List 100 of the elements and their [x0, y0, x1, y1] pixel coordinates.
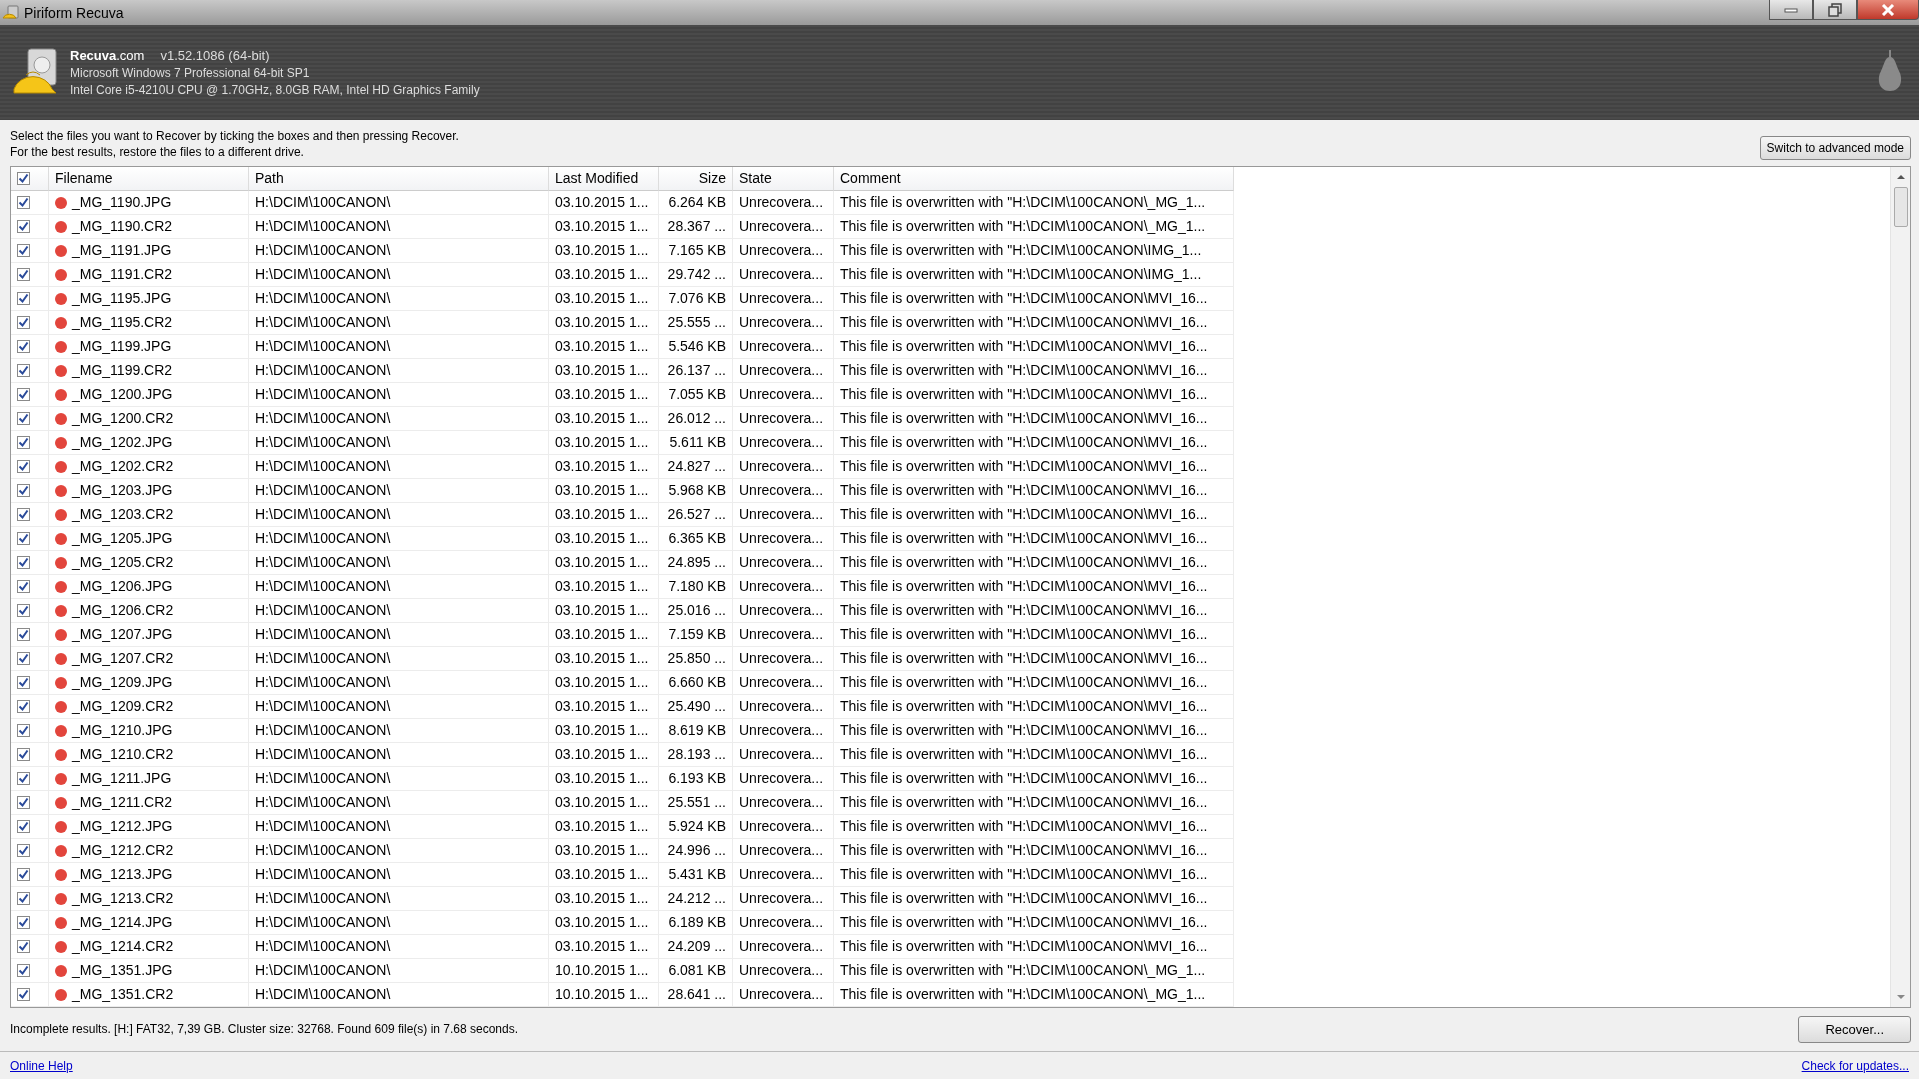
table-cell-text: This file is overwritten with "H:\DCIM\100CANON\MVI_16... [840, 841, 1208, 860]
checkbox[interactable] [17, 220, 30, 233]
table-cell-text: 03.10.2015 1... [555, 289, 649, 308]
checkbox[interactable] [17, 340, 30, 353]
table-cell-text: _MG_1206.JPG [72, 577, 173, 596]
table-cell-text: Unrecovera... [739, 817, 824, 836]
table-cell-text: This file is overwritten with "H:\DCIM\100CANON\MVI_16... [840, 793, 1208, 812]
checkbox[interactable] [17, 868, 30, 881]
checkbox[interactable] [17, 364, 30, 377]
table-cell-text: H:\DCIM\100CANON\ [255, 841, 391, 860]
checkbox[interactable] [17, 460, 30, 473]
table-cell-text: This file is overwritten with "H:\DCIM\100CANON\MVI_16... [840, 457, 1208, 476]
table-cell-text: Unrecovera... [739, 649, 824, 668]
table-cell-text: _MG_1200.CR2 [72, 409, 174, 428]
table-cell-text: 25.551 ... [667, 793, 726, 812]
checkbox[interactable] [17, 316, 30, 329]
checkbox[interactable] [17, 292, 30, 305]
checkbox[interactable] [17, 532, 30, 545]
column-header[interactable]: Last Modified [549, 167, 659, 191]
table-cell-text: 24.827 ... [667, 457, 726, 476]
checkbox[interactable] [17, 748, 30, 761]
recover-button[interactable]: Recover... [1798, 1015, 1911, 1043]
table-cell-text: This file is overwritten with "H:\DCIM\100CANON\MVI_16... [840, 577, 1208, 596]
table-cell-text: H:\DCIM\100CANON\ [255, 889, 391, 908]
table-cell-text: _MG_1191.JPG [72, 241, 172, 260]
table-cell-text: _MG_1205.CR2 [72, 553, 174, 572]
column-header[interactable]: Filename [49, 167, 249, 191]
checkbox[interactable] [17, 772, 30, 785]
column-header[interactable]: State [733, 167, 834, 191]
column-header[interactable]: Comment [834, 167, 1234, 191]
table-cell-text: 03.10.2015 1... [555, 505, 649, 524]
table-cell-text: Unrecovera... [739, 913, 824, 932]
table-cell-text: H:\DCIM\100CANON\ [255, 601, 391, 620]
table-cell-text: 03.10.2015 1... [555, 409, 649, 428]
scroll-up-icon[interactable] [1895, 173, 1906, 181]
table-cell-text: 5.924 KB [668, 817, 726, 836]
table-cell-text: 03.10.2015 1... [555, 625, 649, 644]
table-cell-text: This file is overwritten with "H:\DCIM\100CANON\MVI_16... [840, 889, 1208, 908]
column-header[interactable]: Size [659, 167, 733, 191]
checkbox[interactable] [17, 700, 30, 713]
scroll-down-icon[interactable] [1895, 992, 1906, 1001]
status-text: Incomplete results. [H:] FAT32, 7,39 GB. Cluster size: 32768. Found 609 file(s) in 7.68 seconds. [10, 1021, 519, 1039]
checkbox[interactable] [17, 964, 30, 977]
table-cell-text: 03.10.2015 1... [555, 673, 649, 692]
table-cell-text: 03.10.2015 1... [555, 385, 649, 404]
checkbox[interactable] [17, 844, 30, 857]
checkbox[interactable] [17, 172, 30, 185]
column-header[interactable]: Path [249, 167, 549, 191]
table-cell-text: Unrecovera... [739, 481, 824, 500]
table-cell-text: H:\DCIM\100CANON\ [255, 985, 391, 1004]
scroll-thumb[interactable] [1893, 187, 1908, 227]
table-cell-text: _MG_1211.JPG [72, 769, 172, 788]
checkbox[interactable] [17, 412, 30, 425]
table-cell-text: Unrecovera... [739, 889, 824, 908]
scrollbar[interactable] [1890, 167, 1910, 1007]
checkbox[interactable] [17, 724, 30, 737]
checkbox[interactable] [17, 196, 30, 209]
table-cell-text: _MG_1190.JPG [72, 193, 172, 212]
check-updates-link[interactable]: Check for updates... [1801, 1056, 1909, 1075]
close-button[interactable] [1857, 0, 1919, 20]
restore-button[interactable] [1813, 0, 1857, 20]
checkbox[interactable] [17, 988, 30, 1001]
checkbox[interactable] [17, 268, 30, 281]
table-cell-text: 25.490 ... [667, 697, 726, 716]
table-cell-text: Unrecovera... [739, 457, 824, 476]
table-cell-text: This file is overwritten with "H:\DCIM\100CANON\MVI_16... [840, 649, 1208, 668]
table-cell-text: 10.10.2015 1... [555, 961, 649, 980]
checkbox[interactable] [17, 604, 30, 617]
checkbox[interactable] [17, 820, 30, 833]
checkbox[interactable] [17, 244, 30, 257]
table-cell-text: _MG_1213.JPG [72, 865, 173, 884]
table-cell-text: H:\DCIM\100CANON\ [255, 385, 391, 404]
table-cell-text: 03.10.2015 1... [555, 553, 649, 572]
checkbox[interactable] [17, 676, 30, 689]
table-cell-text: 28.367 ... [667, 217, 726, 236]
advanced-mode-button[interactable]: Switch to advanced mode [1759, 136, 1911, 160]
checkbox[interactable] [17, 892, 30, 905]
online-help-link[interactable]: Online Help [10, 1056, 73, 1075]
table-cell-text: H:\DCIM\100CANON\ [255, 241, 391, 260]
checkbox[interactable] [17, 484, 30, 497]
table-cell-text: Unrecovera... [739, 985, 824, 1004]
minimize-button[interactable] [1769, 0, 1813, 20]
table-cell-text: H:\DCIM\100CANON\ [255, 289, 391, 308]
table-cell-text: 03.10.2015 1... [555, 937, 649, 956]
minimize-icon [1784, 6, 1798, 13]
checkbox[interactable] [17, 580, 30, 593]
checkbox[interactable] [17, 916, 30, 929]
checkbox[interactable] [17, 556, 30, 569]
checkbox[interactable] [17, 628, 30, 641]
checkbox[interactable] [17, 796, 30, 809]
checkbox[interactable] [17, 388, 30, 401]
table-cell-text: 03.10.2015 1... [555, 817, 649, 836]
table-cell-text: Unrecovera... [739, 721, 824, 740]
checkbox[interactable] [17, 508, 30, 521]
checkbox[interactable] [17, 940, 30, 953]
table-cell-text: 03.10.2015 1... [555, 241, 649, 260]
hardware-info: Intel Core i5-4210U CPU @ 1.70GHz, 8.0GB RAM, Intel HD Graphics Family [70, 82, 480, 100]
table-cell-text: This file is overwritten with "H:\DCIM\100CANON\MVI_16... [840, 313, 1208, 332]
checkbox[interactable] [17, 436, 30, 449]
checkbox[interactable] [17, 652, 30, 665]
